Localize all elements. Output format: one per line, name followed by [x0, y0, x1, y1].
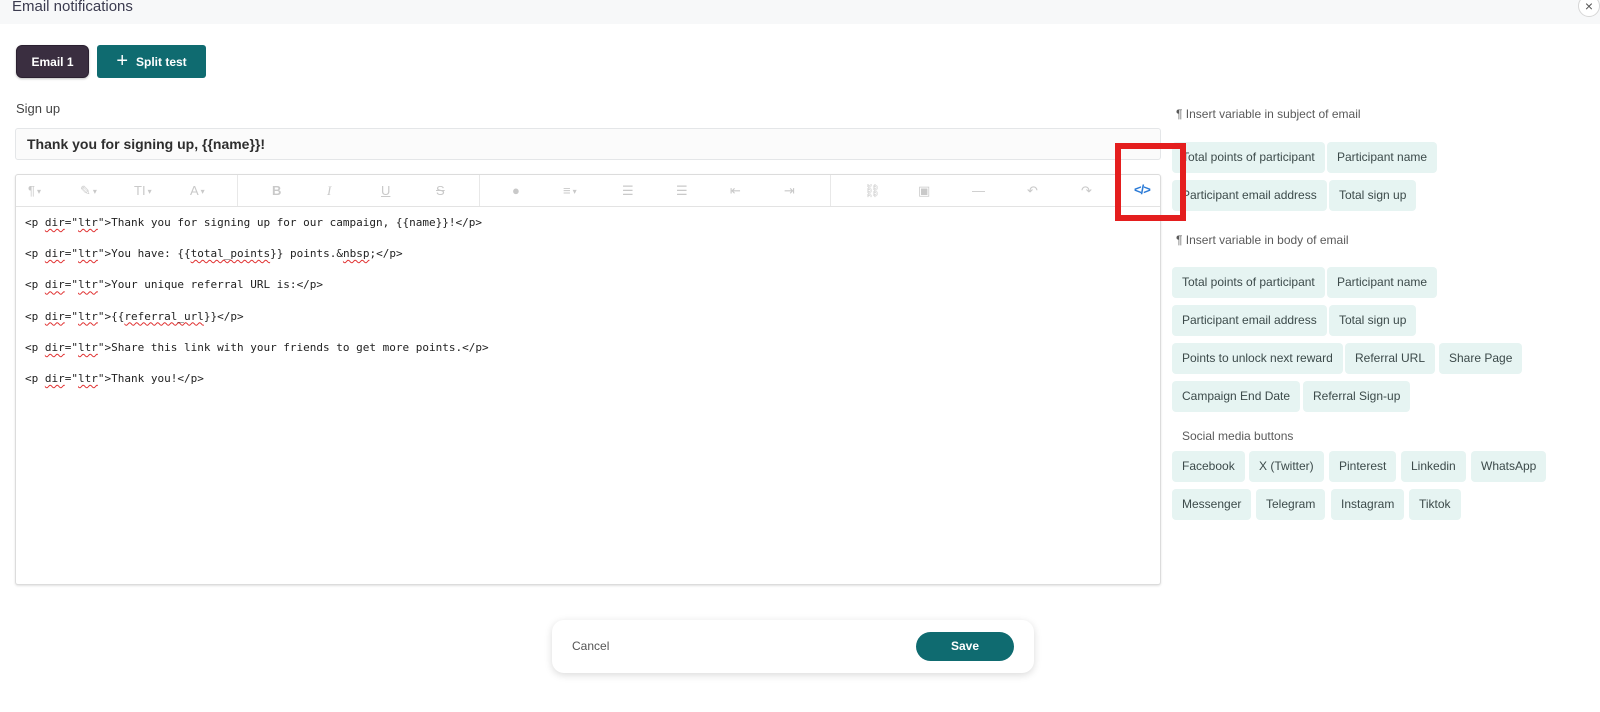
subject-variable-chip[interactable]: Participant email address [1172, 180, 1327, 211]
font-color-icon: A [190, 183, 199, 198]
social-chip[interactable]: Telegram [1256, 489, 1326, 520]
html-source-area[interactable]: <p dir="ltr">Thank you for signing up fo… [16, 207, 1160, 403]
code-line: <p dir="ltr">Your unique referral URL is… [25, 278, 324, 292]
code-line: <p dir="ltr">Thank you!</p> [25, 371, 204, 385]
toolbar-divider [479, 175, 480, 206]
social-chip[interactable]: X (Twitter) [1249, 451, 1324, 482]
code-line-text: }} [203, 309, 218, 323]
code-line-text: }} points.& [270, 247, 343, 261]
subject-variable-chip[interactable]: Total sign up [1329, 180, 1417, 211]
image-icon[interactable]: ▣ [918, 183, 930, 199]
body-variables-heading: ¶ Insert variable in body of email [1176, 233, 1349, 247]
highlight-button[interactable]: ✎ ▾ [80, 183, 97, 200]
social-buttons-heading: Social media buttons [1182, 429, 1294, 443]
code-entity: nbsp [342, 247, 370, 261]
email-body-editor: ¶ ▾ ✎ ▾ TI ▾ A ▾ B I U S ● ≡ ▾ ☰ ☰ ⇤ ⇥ ⛓ ▣ — … [15, 174, 1161, 585]
social-chip[interactable]: Tiktok [1409, 489, 1461, 520]
subject-variable-chip[interactable]: Total points of participant [1172, 142, 1325, 173]
code-line-text: Your unique referral URL is: [111, 278, 297, 292]
code-line-text: Thank you for signing up for our campaig… [111, 216, 456, 229]
code-line-text: You have: {{ [111, 247, 191, 261]
subject-input[interactable]: Thank you for signing up, {{name}}! [15, 128, 1161, 160]
font-color-button[interactable]: A ▾ [190, 183, 205, 200]
ordered-list-icon[interactable]: ☰ [622, 183, 634, 199]
social-chip[interactable]: Messenger [1172, 489, 1252, 520]
social-chip[interactable]: Pinterest [1329, 451, 1397, 482]
body-variable-chip[interactable]: Total sign up [1329, 305, 1417, 336]
social-chip[interactable]: WhatsApp [1471, 451, 1547, 482]
save-button[interactable]: Save [916, 632, 1014, 661]
strikethrough-icon[interactable]: S [436, 183, 445, 199]
modal-title: Email notifications [12, 0, 133, 15]
italic-icon[interactable]: I [327, 183, 331, 199]
cancel-button[interactable]: Cancel [572, 639, 609, 653]
horizontal-rule-icon[interactable]: — [972, 183, 985, 199]
text-size-button[interactable]: TI ▾ [134, 183, 152, 200]
body-variable-chip[interactable]: Total points of participant [1172, 267, 1325, 298]
editor-toolbar: ¶ ▾ ✎ ▾ TI ▾ A ▾ B I U S ● ≡ ▾ ☰ ☰ ⇤ ⇥ ⛓ ▣ — … [16, 175, 1160, 207]
unordered-list-icon[interactable]: ☰ [676, 183, 688, 199]
indent-icon[interactable]: ⇥ [784, 183, 795, 199]
split-test-button[interactable]: + Split test [97, 45, 206, 78]
bold-icon[interactable]: B [272, 183, 281, 199]
social-chip[interactable]: Instagram [1331, 489, 1405, 520]
code-line: <p dir="ltr">You have: {{total_points}} … [25, 247, 403, 261]
paragraph-format-button[interactable]: ¶ ▾ [28, 183, 41, 200]
undo-icon[interactable]: ↶ [1027, 183, 1038, 199]
subject-variables-heading: ¶ Insert variable in subject of email [1176, 107, 1361, 121]
text-size-icon: TI [134, 183, 146, 198]
outdent-icon[interactable]: ⇤ [730, 183, 741, 199]
code-line-text: Share this link with your friends to get… [111, 340, 463, 354]
email-tabs: Email 1 + Split test [16, 45, 206, 78]
redo-icon[interactable]: ↷ [1081, 183, 1092, 199]
body-variable-chip[interactable]: Participant name [1327, 267, 1438, 298]
body-variable-chip[interactable]: Referral Sign-up [1303, 381, 1411, 412]
body-variable-chip[interactable]: Share Page [1439, 343, 1523, 374]
section-label: Sign up [16, 101, 61, 116]
code-line: <p dir="ltr">Share this link with your f… [25, 340, 489, 354]
pen-icon: ✎ [80, 183, 91, 198]
code-line-text: ; [369, 247, 377, 261]
link-icon[interactable]: ⛓ [864, 183, 881, 199]
toolbar-divider [830, 175, 831, 206]
code-variable: total_points [190, 247, 271, 261]
ink-drop-icon[interactable]: ● [512, 183, 520, 199]
body-variable-chip[interactable]: Participant email address [1172, 305, 1327, 336]
email-1-tab[interactable]: Email 1 [16, 45, 89, 78]
code-line: <p dir="ltr">{{referral_url}}</p> [25, 309, 244, 323]
subject-variable-chip[interactable]: Participant name [1327, 142, 1438, 173]
code-line-text: {{ [111, 309, 125, 323]
split-test-label: Split test [136, 54, 187, 69]
action-bar: Cancel Save [552, 620, 1034, 673]
social-chip[interactable]: Linkedin [1401, 451, 1466, 482]
code-line: <p dir="ltr">Thank you for signing up fo… [25, 216, 482, 229]
code-variable: referral_url [124, 309, 204, 323]
align-icon: ≡ [563, 183, 571, 198]
body-variable-chip[interactable]: Points to unlock next reward [1172, 343, 1343, 374]
body-variable-chip[interactable]: Referral URL [1345, 343, 1436, 374]
highlight-box [1115, 143, 1186, 221]
toolbar-divider [237, 175, 238, 206]
body-variable-chip[interactable]: Campaign End Date [1172, 381, 1301, 412]
underline-icon[interactable]: U [381, 183, 390, 199]
code-line-text: Thank you! [111, 371, 178, 385]
social-chip[interactable]: Facebook [1172, 451, 1245, 482]
modal-header: Email notifications [0, 0, 1600, 24]
plus-icon: + [116, 49, 128, 72]
paragraph-icon: ¶ [28, 183, 35, 198]
align-button[interactable]: ≡ ▾ [563, 183, 577, 200]
